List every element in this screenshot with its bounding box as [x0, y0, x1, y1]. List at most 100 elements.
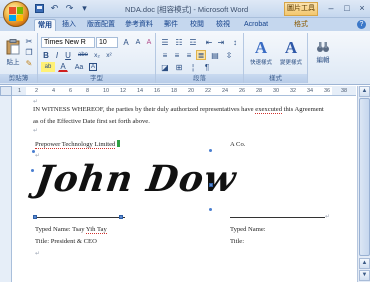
close-button[interactable]: ×: [357, 3, 367, 13]
witness-text: IN WITNESS WHEREOF, the parties by their…: [33, 106, 256, 113]
tab-view[interactable]: 檢視: [212, 19, 234, 31]
justify-button[interactable]: ≣: [196, 50, 206, 60]
shading-button[interactable]: ◪: [160, 62, 170, 72]
font-color-button[interactable]: A: [58, 62, 68, 72]
clear-format-button[interactable]: A: [144, 37, 154, 47]
window-title: NDA.doc [相容模式] - Microsoft Word: [125, 5, 249, 14]
next-page-button[interactable]: ▼: [359, 270, 370, 281]
tab-format[interactable]: 格式: [286, 19, 316, 31]
resize-handle[interactable]: [209, 149, 212, 152]
line-spacing-button[interactable]: ⇳: [224, 50, 234, 60]
bullets-button[interactable]: ☰: [160, 37, 170, 47]
ruler-number: 2: [35, 88, 39, 94]
clipboard-group-label: 剪貼簿: [0, 74, 37, 83]
signature-image[interactable]: John Dow: [33, 158, 239, 200]
horizontal-ruler[interactable]: 1 2 4 6 8 10 12 14 16 18 20 22 24 26 28 30 32 34 36 38: [12, 86, 356, 96]
paragraph-mark: ↵: [325, 214, 331, 220]
shrink-font-button[interactable]: A: [133, 37, 143, 47]
strikethrough-button[interactable]: abe: [76, 50, 90, 60]
italic-button[interactable]: I: [52, 50, 62, 60]
show-marks-button[interactable]: ¶: [202, 62, 212, 72]
paragraph-mark: ↵: [35, 251, 41, 257]
font-size-input[interactable]: 10: [96, 37, 118, 48]
decrease-indent-button[interactable]: ⇤: [204, 37, 214, 47]
scroll-thumb[interactable]: [359, 98, 370, 256]
increase-indent-button[interactable]: ⇥: [216, 37, 226, 47]
resize-handle[interactable]: [31, 169, 34, 172]
title-left-text: Title: President & CEO: [35, 238, 97, 245]
paste-button[interactable]: 貼上: [4, 36, 22, 68]
title-right-label: Title:: [230, 238, 245, 245]
tab-home[interactable]: 常用: [34, 19, 56, 31]
office-button[interactable]: [3, 1, 29, 27]
quick-styles-button[interactable]: A 快速樣式: [247, 35, 275, 69]
ruler-number: 26: [239, 88, 246, 94]
paste-label: 貼上: [6, 58, 20, 66]
save-button[interactable]: [34, 3, 45, 14]
vertical-ruler[interactable]: [0, 96, 12, 282]
borders-button[interactable]: ⊞: [174, 62, 184, 72]
font-group: Times New R 10 A A A B I U abe x₂ x² ab …: [38, 33, 156, 83]
resize-handle[interactable]: [33, 215, 37, 219]
effective-date-text: as of the Effective Date first set forth…: [33, 118, 150, 125]
picture-tools-context-title: 圖片工具: [284, 2, 318, 16]
font-name-input[interactable]: Times New R: [41, 37, 95, 48]
align-center-button[interactable]: ≡: [172, 50, 182, 60]
asian-layout-button[interactable]: ¦: [188, 62, 198, 72]
scroll-up-button[interactable]: ▲: [359, 86, 370, 97]
superscript-button[interactable]: x²: [104, 50, 114, 60]
ruler-number: 30: [273, 88, 280, 94]
undo-button[interactable]: ↶: [49, 3, 60, 14]
change-case-button[interactable]: Aa: [72, 62, 86, 72]
distribute-button[interactable]: ▤: [210, 50, 220, 60]
line-spacing-icon: ⇳: [225, 50, 233, 60]
vertical-scrollbar[interactable]: ▲ ▲ ▼: [357, 86, 370, 282]
numbering-button[interactable]: ☷: [174, 37, 184, 47]
pilcrow-icon: ¶: [204, 62, 210, 72]
ruler-number: 10: [103, 88, 110, 94]
tab-references[interactable]: 參考資料: [122, 19, 156, 31]
tab-mailings[interactable]: 郵件: [160, 19, 182, 31]
resize-handle[interactable]: [209, 183, 213, 187]
sort-button[interactable]: ↕: [230, 37, 240, 47]
underline-button[interactable]: U: [63, 50, 73, 60]
quick-access-toolbar: ↶ ↷ ▾: [34, 3, 90, 14]
title-bar: ↶ ↷ ▾ NDA.doc [相容模式] - Microsoft Word 圖片…: [0, 0, 370, 27]
tab-review[interactable]: 校閱: [186, 19, 208, 31]
paste-icon: [6, 38, 20, 54]
document-page[interactable]: ↵ IN WITNESS WHEREOF, the parties by the…: [13, 96, 356, 282]
tab-page-layout[interactable]: 版面配置: [84, 19, 118, 31]
help-icon[interactable]: ?: [357, 20, 366, 29]
customize-qat-button[interactable]: ▾: [79, 3, 90, 14]
subscript-button[interactable]: x₂: [92, 50, 102, 60]
tab-insert[interactable]: 插入: [58, 19, 80, 31]
grow-font-button[interactable]: A: [121, 37, 131, 47]
resize-handle[interactable]: [209, 208, 212, 211]
char-border-icon: A: [89, 63, 98, 71]
editing-button[interactable]: 編輯: [310, 36, 336, 68]
tab-acrobat[interactable]: Acrobat: [238, 19, 274, 31]
minimize-button[interactable]: –: [326, 3, 336, 13]
prev-page-button[interactable]: ▲: [359, 258, 370, 269]
ruler-number: 24: [222, 88, 229, 94]
char-border-button[interactable]: A: [88, 62, 98, 72]
maximize-button[interactable]: □: [342, 3, 352, 13]
witness-paragraph-line1: IN WITNESS WHEREOF, the parties by their…: [33, 106, 324, 114]
resize-handle[interactable]: [119, 215, 123, 219]
multilevel-list-button[interactable]: ☲: [188, 37, 198, 47]
align-left-button[interactable]: ≡: [160, 50, 170, 60]
bold-button[interactable]: B: [41, 50, 51, 60]
highlight-button[interactable]: ab: [41, 62, 55, 72]
change-styles-button[interactable]: A 變更樣式: [276, 35, 306, 69]
redo-button[interactable]: ↷: [64, 3, 75, 14]
align-right-button[interactable]: ≡: [184, 50, 194, 60]
copy-button[interactable]: ❐: [24, 47, 34, 57]
rotate-handle[interactable]: [117, 140, 120, 147]
ruler-number: 38: [341, 88, 348, 94]
cut-button[interactable]: ✂: [24, 36, 34, 46]
resize-handle[interactable]: [32, 150, 35, 153]
format-painter-button[interactable]: ✎: [24, 58, 34, 68]
tab-selector[interactable]: [0, 86, 12, 96]
misspelled-word[interactable]: exexcuted: [255, 106, 282, 114]
paragraph-mark: ↵: [33, 128, 39, 134]
